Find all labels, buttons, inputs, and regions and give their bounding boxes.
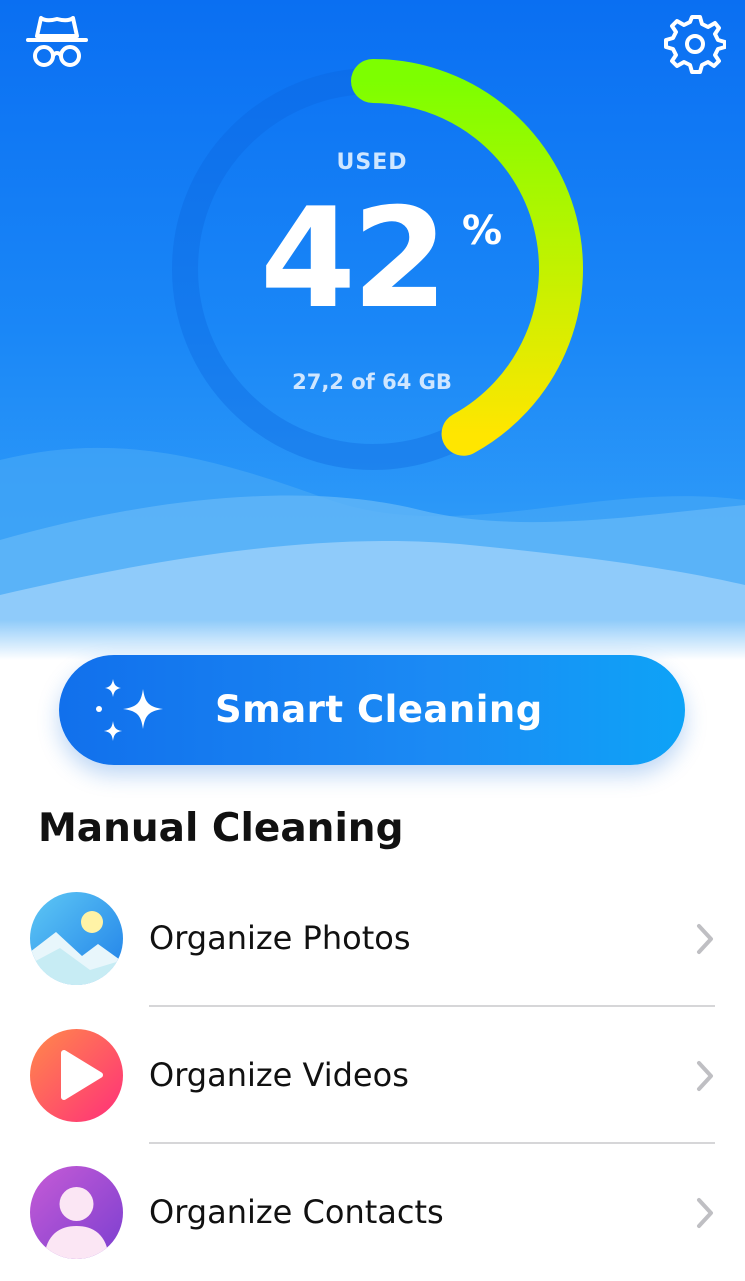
- manual-cleaning-list: Organize Photos Organize Videos Organize…: [0, 870, 745, 1281]
- used-percent: 42: [259, 178, 448, 339]
- list-item-label: Organize Contacts: [149, 1193, 444, 1231]
- video-icon: [30, 1029, 123, 1122]
- chevron-right-icon: [697, 1198, 713, 1228]
- list-item-organize-photos[interactable]: Organize Photos: [0, 870, 745, 1007]
- gear-icon[interactable]: [664, 12, 726, 74]
- chevron-right-icon: [697, 924, 713, 954]
- used-label: USED: [336, 150, 408, 175]
- chevron-right-icon: [697, 1061, 713, 1091]
- photo-icon: [30, 892, 123, 985]
- capacity-text: 27,2 of 64 GB: [292, 370, 452, 394]
- list-item-organize-videos[interactable]: Organize Videos: [0, 1007, 745, 1144]
- percent-sign: %: [462, 208, 503, 254]
- smart-cleaning-button[interactable]: Smart Cleaning: [59, 655, 685, 765]
- manual-cleaning-title: Manual Cleaning: [38, 806, 404, 851]
- list-item-organize-contacts[interactable]: Organize Contacts: [0, 1144, 745, 1281]
- sparkles-icon: [96, 679, 163, 741]
- smart-cleaning-label: Smart Cleaning: [215, 688, 543, 731]
- storage-header: USED 42 % 27,2 of 64 GB: [0, 0, 745, 660]
- list-item-label: Organize Photos: [149, 919, 411, 957]
- incognito-icon[interactable]: [24, 12, 90, 72]
- list-item-label: Organize Videos: [149, 1056, 409, 1094]
- contact-icon: [30, 1166, 123, 1259]
